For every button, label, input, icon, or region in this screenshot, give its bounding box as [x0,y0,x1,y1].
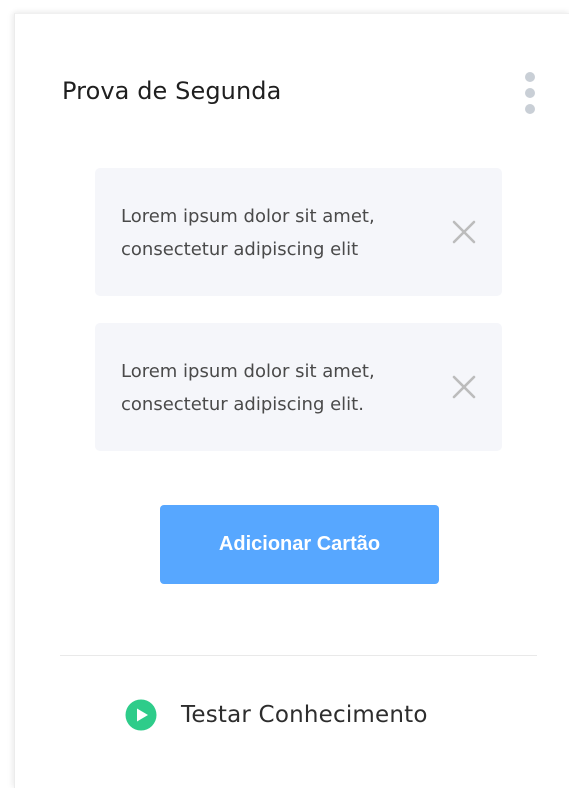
deck-title: Prova de Segunda [62,77,282,105]
flashcard[interactable]: Lorem ipsum dolor sit amet, consectetur … [95,323,502,451]
divider [60,655,537,656]
close-icon-glyph [452,375,476,399]
menu-dot [525,104,535,114]
menu-dot [525,88,535,98]
close-icon[interactable] [450,373,478,401]
menu-dot [525,72,535,82]
flashcard-text: Lorem ipsum dolor sit amet, consectetur … [121,361,375,415]
add-card-button[interactable]: Adicionar Cartão [160,505,439,584]
flashcard[interactable]: Lorem ipsum dolor sit amet, consectetur … [95,168,502,296]
more-vertical-icon[interactable] [520,70,540,116]
play-circle-icon [125,699,157,731]
test-knowledge-label: Testar Conhecimento [181,702,428,728]
flashcard-text: Lorem ipsum dolor sit amet, consectetur … [121,206,375,260]
close-icon[interactable] [450,218,478,246]
test-knowledge-link[interactable]: Testar Conhecimento [125,697,428,733]
close-icon-glyph [452,220,476,244]
deck-panel: Prova de Segunda Lorem ipsum dolor sit a… [14,13,569,788]
